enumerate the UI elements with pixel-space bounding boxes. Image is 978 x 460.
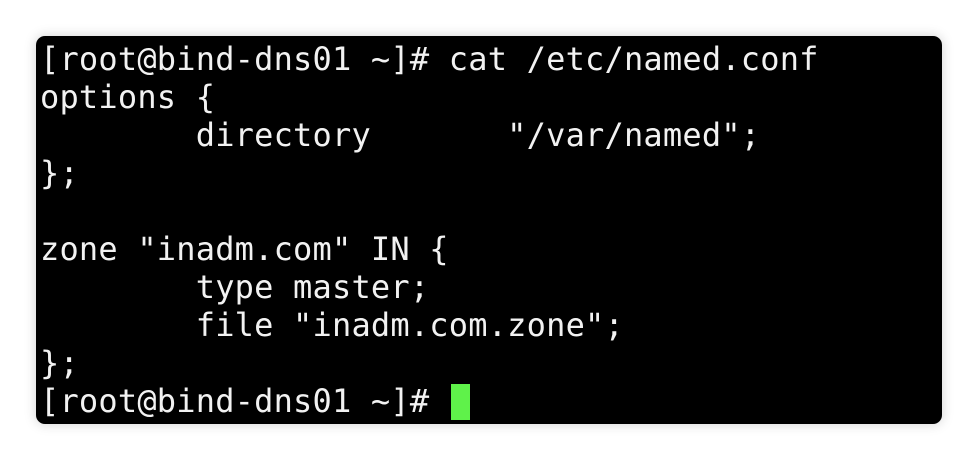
output-line: }; [40, 154, 79, 192]
shell-prompt: [root@bind-dns01 ~]# [40, 382, 449, 420]
output-line: type master; [40, 268, 430, 306]
output-line: }; [40, 344, 79, 382]
output-line: file "inadm.com.zone"; [40, 306, 624, 344]
text-cursor [450, 384, 470, 420]
terminal-window[interactable]: [root@bind-dns01 ~]# cat /etc/named.conf… [36, 36, 942, 424]
output-line: options { [40, 78, 216, 116]
prompt-line[interactable]: [root@bind-dns01 ~]# [40, 382, 470, 420]
output-line: directory "/var/named"; [40, 116, 761, 154]
command-line: [root@bind-dns01 ~]# cat /etc/named.conf [40, 40, 819, 78]
output-line: zone "inadm.com" IN { [40, 230, 449, 268]
